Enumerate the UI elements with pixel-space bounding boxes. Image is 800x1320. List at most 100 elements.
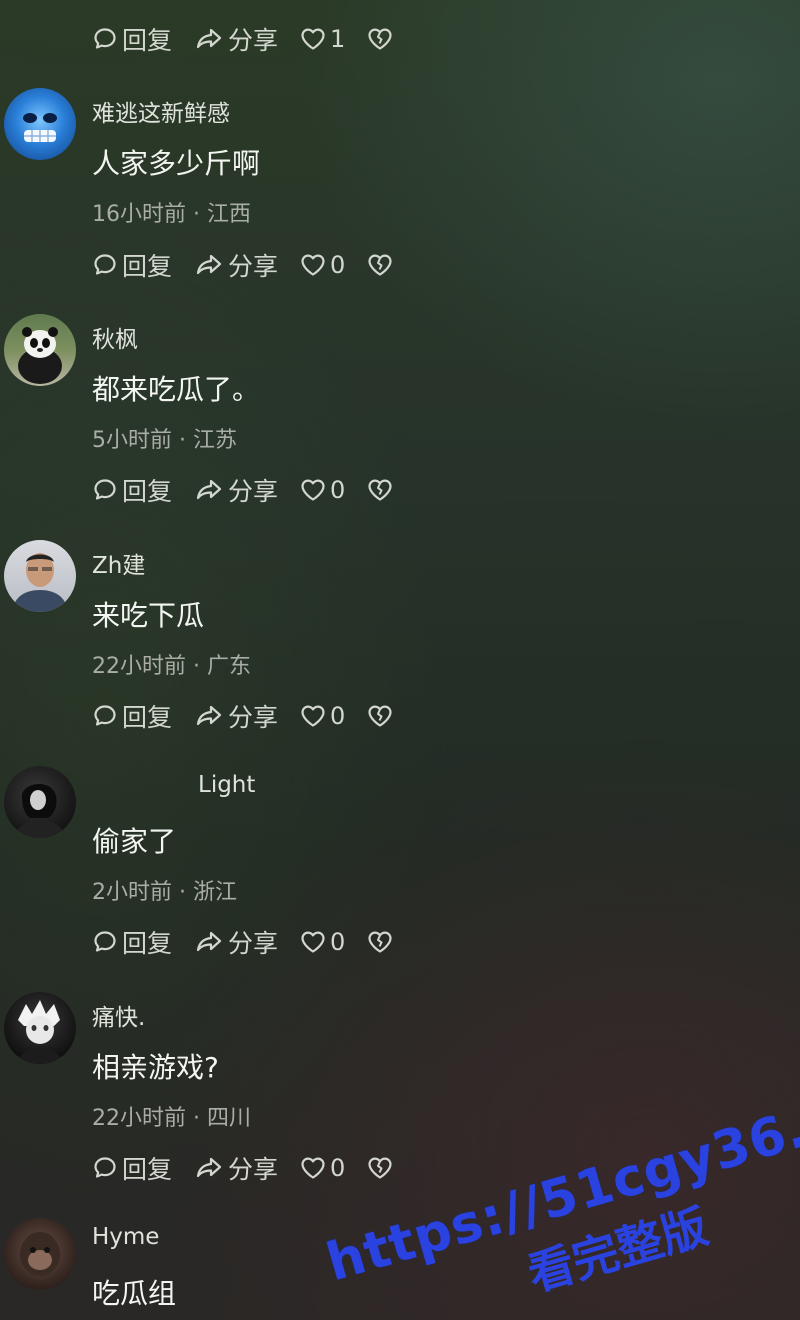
like-count: 0: [330, 1154, 346, 1182]
comment-meta: 16小时前 · 江西: [92, 202, 251, 227]
like-count: 1: [330, 25, 346, 53]
share-button[interactable]: 分享: [194, 1150, 278, 1186]
share-arrow-icon: [196, 705, 222, 726]
comment-bubble-icon: [94, 705, 116, 726]
comment-bubble-icon: [94, 1157, 116, 1178]
dislike-button[interactable]: [367, 930, 393, 954]
share-arrow-icon: [196, 28, 222, 49]
reply-button[interactable]: 回复: [92, 698, 172, 734]
dislike-button[interactable]: [367, 253, 393, 277]
like-button[interactable]: 1: [300, 25, 345, 53]
share-arrow-icon: [196, 479, 222, 500]
reply-label: 回复: [122, 252, 173, 281]
reply-button[interactable]: 回复: [92, 247, 172, 283]
broken-heart-icon: [368, 931, 392, 953]
broken-heart-icon: [368, 479, 392, 501]
comment-bubble-icon: [94, 254, 116, 275]
like-button[interactable]: 0: [300, 251, 345, 279]
action-bar: 回复 分享 0: [92, 1151, 415, 1185]
heart-icon: [301, 28, 325, 50]
share-label: 分享: [228, 703, 279, 732]
avatar[interactable]: [4, 992, 76, 1064]
share-arrow-icon: [196, 931, 222, 952]
watermark: https://51cgy36.com 看完整版: [290, 987, 800, 1303]
man-portrait-avatar-image: [12, 553, 68, 612]
share-button[interactable]: 分享: [194, 247, 278, 283]
dark-figure-avatar-image: [14, 783, 66, 838]
comment-bubble-icon: [94, 479, 116, 500]
share-label: 分享: [228, 477, 279, 506]
comment-text: 偷家了: [92, 825, 177, 858]
broken-heart-icon: [368, 254, 392, 276]
comment-text: 吃瓜组: [92, 1277, 177, 1310]
share-button[interactable]: 分享: [194, 21, 278, 57]
like-button[interactable]: 0: [300, 1154, 345, 1182]
action-bar: 回复 分享 0: [92, 248, 415, 282]
like-button[interactable]: 0: [300, 476, 345, 504]
reply-button[interactable]: 回复: [92, 1150, 172, 1186]
share-arrow-icon: [196, 1157, 222, 1178]
heart-icon: [301, 254, 325, 276]
reply-label: 回复: [122, 477, 173, 506]
like-count: 0: [330, 476, 346, 504]
heart-icon: [301, 931, 325, 953]
avatar[interactable]: [4, 1218, 76, 1290]
share-button[interactable]: 分享: [194, 924, 278, 960]
like-count: 0: [330, 928, 346, 956]
anime-character-avatar-image: [16, 1000, 64, 1064]
share-label: 分享: [228, 929, 279, 958]
dislike-button[interactable]: [367, 1156, 393, 1180]
reply-button[interactable]: 回复: [92, 472, 172, 508]
reply-label: 回复: [122, 929, 173, 958]
share-button[interactable]: 分享: [194, 698, 278, 734]
action-bar: 回复 分享 0: [92, 925, 415, 959]
like-button[interactable]: 0: [300, 702, 345, 730]
heart-icon: [301, 479, 325, 501]
action-bar: 回复 分享 1: [92, 22, 415, 56]
panda-avatar-image: [18, 327, 62, 384]
comment-meta: 22小时前 · 四川: [92, 1106, 251, 1131]
monkey-avatar-image: [20, 1232, 60, 1276]
avatar[interactable]: [4, 88, 76, 160]
reply-button[interactable]: 回复: [92, 21, 172, 57]
reply-label: 回复: [122, 1155, 173, 1184]
broken-heart-icon: [368, 705, 392, 727]
avatar[interactable]: [4, 314, 76, 386]
comment-text: 来吃下瓜: [92, 599, 205, 632]
like-button[interactable]: 0: [300, 928, 345, 956]
share-button[interactable]: 分享: [194, 472, 278, 508]
dislike-button[interactable]: [367, 27, 393, 51]
share-label: 分享: [228, 26, 279, 55]
comment-bubble-icon: [94, 931, 116, 952]
avatar[interactable]: [4, 766, 76, 838]
comment-meta: 22小时前 · 广东: [92, 654, 251, 679]
comment-username[interactable]: 痛快.: [92, 998, 145, 1032]
like-count: 0: [330, 702, 346, 730]
comment-username[interactable]: Hyme: [92, 1224, 159, 1250]
reply-label: 回复: [122, 703, 173, 732]
comment-bubble-icon: [94, 28, 116, 49]
share-label: 分享: [228, 252, 279, 281]
like-count: 0: [330, 251, 346, 279]
comment-text: 相亲游戏?: [92, 1051, 219, 1084]
comment-username[interactable]: 难逃这新鲜感: [92, 94, 230, 128]
share-label: 分享: [228, 1155, 279, 1184]
heart-icon: [301, 1157, 325, 1179]
dislike-button[interactable]: [367, 704, 393, 728]
action-bar: 回复 分享 0: [92, 699, 415, 733]
comment-text: 人家多少斤啊: [92, 147, 261, 180]
comment-username[interactable]: Light: [198, 772, 255, 798]
action-bar: 回复 分享 0: [92, 473, 415, 507]
reply-button[interactable]: 回复: [92, 924, 172, 960]
comment-username[interactable]: Zh建: [92, 546, 145, 580]
heart-icon: [301, 705, 325, 727]
broken-heart-icon: [368, 1157, 392, 1179]
blue-face-avatar-image: [23, 113, 57, 142]
share-arrow-icon: [196, 254, 222, 275]
dislike-button[interactable]: [367, 478, 393, 502]
broken-heart-icon: [368, 28, 392, 50]
comment-meta: 5小时前 · 江苏: [92, 428, 237, 453]
watermark-subtitle: 看完整版: [521, 1198, 714, 1302]
avatar[interactable]: [4, 540, 76, 612]
comment-username[interactable]: 秋枫: [92, 320, 138, 354]
